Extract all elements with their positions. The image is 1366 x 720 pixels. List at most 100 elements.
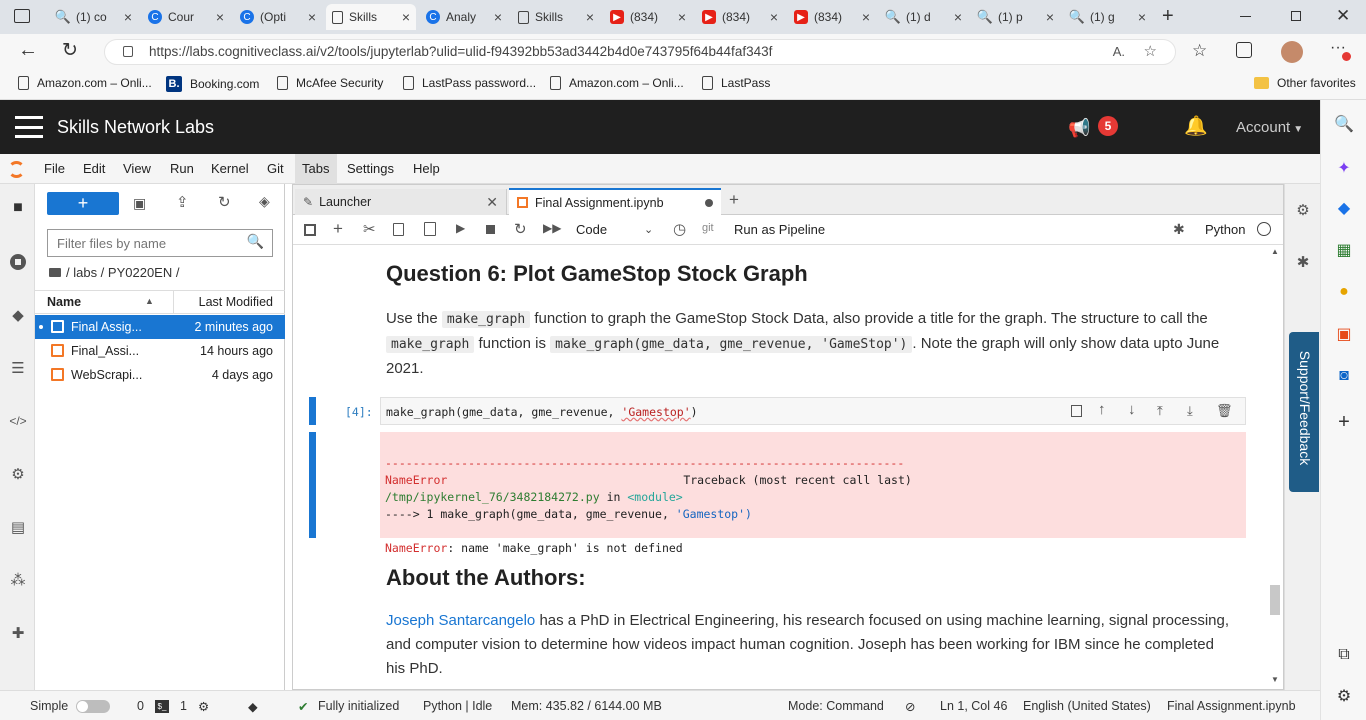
add-icon[interactable]: + xyxy=(1334,411,1354,433)
new-tab-icon[interactable]: + xyxy=(1162,5,1174,28)
add-favorite-icon[interactable]: ☆ xyxy=(1144,40,1157,64)
new-folder-icon[interactable]: ▣ xyxy=(133,195,146,212)
menu-settings[interactable]: Settings xyxy=(347,161,394,176)
other-favorites[interactable]: Other favorites xyxy=(1254,76,1356,90)
git-label[interactable]: git xyxy=(702,222,714,234)
browser-tab-active[interactable]: Skills × xyxy=(326,4,416,30)
file-row[interactable]: Final_Assi... 14 hours ago xyxy=(35,339,285,363)
hamburger-menu-icon[interactable] xyxy=(15,116,43,138)
favorite-item[interactable]: LastPass password... xyxy=(403,76,536,90)
cursor-position[interactable]: Ln 1, Col 46 xyxy=(940,699,1007,713)
browser-tab[interactable]: C Cour × xyxy=(142,4,230,30)
office-icon[interactable]: ▣ xyxy=(1334,324,1354,344)
menu-view[interactable]: View xyxy=(123,161,151,176)
close-icon[interactable]: × xyxy=(210,9,224,25)
browser-tab[interactable]: C Analy × xyxy=(420,4,508,30)
run-as-pipeline-button[interactable]: Run as Pipeline xyxy=(734,222,825,237)
bug-off-icon[interactable]: ⊘ xyxy=(905,699,915,714)
clock-icon[interactable]: ◷ xyxy=(673,220,686,238)
menu-file[interactable]: File xyxy=(44,161,65,176)
megaphone-icon[interactable]: 📢 xyxy=(1068,118,1090,139)
column-name[interactable]: Name xyxy=(47,295,81,309)
simple-mode-toggle[interactable] xyxy=(76,700,110,713)
close-icon[interactable]: × xyxy=(856,9,870,25)
scrollbar-thumb[interactable] xyxy=(1270,585,1280,615)
back-icon[interactable]: ← xyxy=(18,39,38,62)
close-icon[interactable]: × xyxy=(302,9,316,25)
code-snippets-icon[interactable]: </> xyxy=(8,411,28,431)
close-icon[interactable]: × xyxy=(764,9,778,25)
games-icon[interactable]: ● xyxy=(1334,282,1354,302)
search-icon[interactable]: 🔍 xyxy=(1334,114,1354,134)
restart-icon[interactable]: ↻ xyxy=(514,220,527,238)
copy-icon[interactable] xyxy=(393,223,404,236)
menu-git[interactable]: Git xyxy=(267,161,284,176)
tab-launcher[interactable]: ✎ Launcher ✕ xyxy=(295,189,507,215)
profile-avatar[interactable] xyxy=(1281,41,1303,63)
browser-tab[interactable]: 🔍 (1) d × xyxy=(880,4,968,30)
kernel-name[interactable]: Python xyxy=(1205,222,1245,237)
close-icon[interactable]: ✕ xyxy=(486,194,498,211)
git-icon[interactable]: ◆ xyxy=(8,305,28,325)
debugger-bug-icon[interactable]: ✱ xyxy=(1173,221,1185,238)
refresh-icon[interactable]: ↻ xyxy=(62,39,78,62)
browser-tab[interactable]: ▶ (834) × xyxy=(604,4,692,30)
favorites-icon[interactable]: ☆ xyxy=(1192,41,1207,61)
puzzle-icon[interactable]: ✚ xyxy=(8,623,28,643)
close-icon[interactable]: × xyxy=(488,9,502,25)
duplicate-cell-icon[interactable] xyxy=(1071,405,1082,417)
insert-above-icon[interactable]: ⤒ xyxy=(1157,403,1163,419)
stop-icon[interactable] xyxy=(486,225,495,234)
kernel-status[interactable]: Python | Idle xyxy=(423,699,492,713)
git-status[interactable]: Fully initialized xyxy=(318,699,399,713)
restore-icon[interactable] xyxy=(1291,11,1301,21)
browser-tab[interactable]: ▶ (834) × xyxy=(788,4,876,30)
terminal-count[interactable]: 0 xyxy=(137,699,144,713)
favorite-item[interactable]: B. Booking.com xyxy=(166,76,259,92)
bell-icon[interactable]: 🔔 xyxy=(1184,114,1208,138)
settings-icon[interactable]: ⚙ xyxy=(1334,686,1354,706)
insert-cell-icon[interactable]: + xyxy=(333,219,343,239)
refresh-icon[interactable]: ↻ xyxy=(218,193,231,211)
browser-tab[interactable]: 🔍 (1) p × xyxy=(972,4,1060,30)
file-row-selected[interactable]: Final Assig... 2 minutes ago xyxy=(35,315,285,339)
close-icon[interactable]: × xyxy=(118,9,132,25)
delete-cell-icon[interactable]: 🗑 xyxy=(1216,403,1233,419)
property-inspector-icon[interactable]: ⚙ xyxy=(1293,200,1313,220)
close-window-icon[interactable]: ✕ xyxy=(1336,6,1350,26)
favorite-item[interactable]: LastPass xyxy=(702,76,770,90)
shopping-tag-icon[interactable]: ◆ xyxy=(1334,198,1354,218)
close-icon[interactable]: × xyxy=(948,9,962,25)
favorite-item[interactable]: Amazon.com – Onli... xyxy=(18,76,152,90)
browser-tab[interactable]: C (Opti × xyxy=(234,4,322,30)
extensions-icon[interactable]: ⁂ xyxy=(8,570,28,590)
new-tab-icon[interactable]: + xyxy=(729,190,739,210)
language[interactable]: English (United States) xyxy=(1023,699,1151,713)
read-aloud-icon[interactable]: A. xyxy=(1113,40,1125,64)
code-cell-input[interactable]: make_graph(gme_data, gme_revenue, 'Games… xyxy=(380,397,1246,425)
support-feedback-tab[interactable]: Support/Feedback xyxy=(1289,332,1319,492)
menu-tabs[interactable]: Tabs xyxy=(302,161,329,176)
menu-kernel[interactable]: Kernel xyxy=(211,161,249,176)
favorite-item[interactable]: McAfee Security xyxy=(277,76,383,90)
outlook-icon[interactable]: ◙ xyxy=(1334,366,1354,386)
browser-tab[interactable]: 🔍 (1) g × xyxy=(1064,4,1152,30)
favorite-item[interactable]: Amazon.com – Onli... xyxy=(550,76,684,90)
save-icon[interactable] xyxy=(304,224,316,236)
kernel-count[interactable]: 1 xyxy=(180,699,187,713)
sparkle-icon[interactable]: ✦ xyxy=(1334,158,1354,178)
insert-below-icon[interactable]: ⤓ xyxy=(1187,403,1193,419)
move-down-icon[interactable]: ↓ xyxy=(1128,401,1136,418)
collections-icon[interactable] xyxy=(1236,42,1252,58)
paste-icon[interactable] xyxy=(424,222,436,236)
property-inspector-icon[interactable]: ⚙ xyxy=(8,464,28,484)
minimize-icon[interactable] xyxy=(1240,16,1251,17)
column-last-modified[interactable]: Last Modified xyxy=(199,295,273,309)
run-icon[interactable]: ▶ xyxy=(456,221,465,235)
git-clone-icon[interactable]: ◈ xyxy=(259,193,270,210)
unsaved-dot-icon[interactable] xyxy=(705,198,713,207)
folder-icon[interactable]: ■ xyxy=(8,198,28,218)
cut-icon[interactable]: ✂ xyxy=(363,220,376,238)
close-icon[interactable]: × xyxy=(580,9,594,25)
author-link[interactable]: Joseph Santarcangelo xyxy=(386,612,535,629)
